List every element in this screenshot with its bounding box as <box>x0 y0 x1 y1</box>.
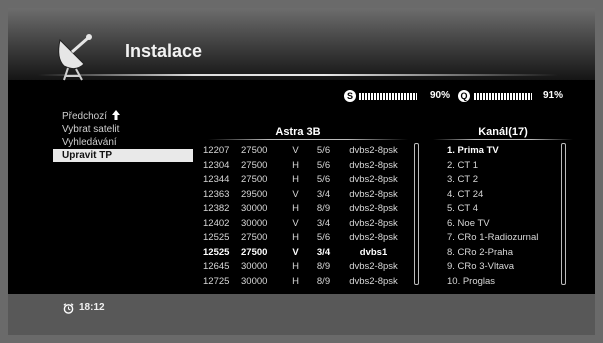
fec-cell: 8/9 <box>316 275 331 287</box>
polarization-cell: H <box>292 261 299 272</box>
fec-cell: 5/6 <box>316 145 331 156</box>
frequency-cell: 12402 <box>203 217 230 229</box>
channel-item[interactable]: 6. Noe TV <box>447 217 538 232</box>
arrow-up-icon <box>112 110 121 120</box>
channel-item[interactable]: 5. CT 4 <box>447 202 538 217</box>
transponder-row[interactable]: 12344 27500 H 5/6 dvbs2-8psk <box>203 173 406 188</box>
polarization-cell: H <box>292 174 299 185</box>
header-divider <box>38 74 558 76</box>
modulation-cell: dvbs2-8psk <box>349 203 398 214</box>
symbol-rate-cell: 27500 <box>241 145 268 156</box>
satellite-header: Astra 3B <box>275 126 321 138</box>
frequency-cell: 12363 <box>203 188 230 200</box>
channel-scrollbar[interactable] <box>561 143 566 285</box>
signal-strength-value: 90% <box>430 90 451 101</box>
menu-item-select-satellite[interactable]: Vybrat satelit <box>53 123 193 136</box>
transponder-row[interactable]: 12525 27500 V 3/4 dvbs1 <box>203 246 406 261</box>
channel-header-underline <box>433 139 573 140</box>
modulation-cell: dvbs2-8psk <box>349 275 398 287</box>
modulation-cell: dvbs2-8psk <box>349 261 398 272</box>
satellite-dish-icon <box>58 34 92 81</box>
signal-quality-value: 91% <box>543 90 564 101</box>
side-menu: Předchozí Vybrat satelit Vyhledávání Upr… <box>53 110 193 162</box>
transponder-row[interactable]: 12207 27500 V 5/6 dvbs2-8psk <box>203 144 406 159</box>
fec-cell: 5/6 <box>316 232 331 243</box>
polarization-cell: H <box>292 275 299 287</box>
channel-item[interactable]: 10. Proglas <box>447 275 538 290</box>
clock-time: 18:12 <box>79 302 105 313</box>
signal-quality-icon: Q <box>458 90 470 102</box>
channel-list: 1. Prima TV 2. CT 1 3. CT 2 4. CT 24 5. CT 4… <box>447 144 538 289</box>
channel-header: Kanál(17) <box>478 126 528 138</box>
frequency-cell: 12207 <box>203 145 230 156</box>
channel-item[interactable]: 7. CRo 1-Radiozurnal <box>447 231 538 246</box>
transponder-row[interactable]: 12363 29500 V 3/4 dvbs2-8psk <box>203 188 406 203</box>
menu-item-previous[interactable]: Předchozí <box>53 110 193 123</box>
signal-quality-bar <box>474 93 532 100</box>
transponder-table: 12207 27500 V 5/6 dvbs2-8psk 12304 27500 H 5/6 dv… <box>203 144 406 289</box>
page-title: Instalace <box>125 41 203 61</box>
channel-item[interactable]: 2. CT 1 <box>447 159 538 174</box>
transponder-row[interactable]: 12402 30000 V 3/4 dvbs2-8psk <box>203 217 406 232</box>
signal-strength-icon: S <box>344 90 356 102</box>
tv-screen: Instalace S 90% Q 91% Předchozí Vybrat s… <box>8 8 595 335</box>
transponder-row[interactable]: 12525 27500 H 5/6 dvbs2-8psk <box>203 231 406 246</box>
fec-cell: 5/6 <box>316 174 331 185</box>
symbol-rate-cell: 30000 <box>241 275 268 287</box>
modulation-cell: dvbs2-8psk <box>349 174 398 185</box>
frequency-cell: 12304 <box>203 159 230 171</box>
channel-item[interactable]: 9. CRo 3-Vltava <box>447 260 538 275</box>
symbol-rate-cell: 29500 <box>241 188 268 200</box>
fec-cell: 3/4 <box>316 188 331 200</box>
frequency-cell: 12382 <box>203 203 230 214</box>
symbol-rate-cell: 30000 <box>241 203 268 214</box>
fec-cell: 8/9 <box>316 261 331 272</box>
satellite-header-underline <box>208 139 408 140</box>
transponder-row[interactable]: 12645 30000 H 8/9 dvbs2-8psk <box>203 260 406 275</box>
transponder-row[interactable]: 12304 27500 H 5/6 dvbs2-8psk <box>203 159 406 174</box>
footer-bar <box>8 294 595 335</box>
clock-icon <box>63 303 74 314</box>
signal-strength-bar <box>359 93 417 100</box>
menu-item-label: Předchozí <box>62 111 108 122</box>
channel-item[interactable]: 4. CT 24 <box>447 188 538 203</box>
modulation-cell: dvbs2-8psk <box>349 159 398 171</box>
menu-item-edit-tp[interactable]: Upravit TP <box>53 149 193 162</box>
modulation-cell: dvbs1 <box>359 246 388 258</box>
polarization-cell: H <box>292 203 299 214</box>
modulation-cell: dvbs2-8psk <box>349 232 398 243</box>
frequency-cell: 12344 <box>203 174 230 185</box>
polarization-cell: V <box>292 188 299 200</box>
fec-cell: 8/9 <box>316 203 331 214</box>
transponder-row[interactable]: 12725 30000 H 8/9 dvbs2-8psk <box>203 275 406 290</box>
menu-item-search[interactable]: Vyhledávání <box>53 136 193 149</box>
fec-cell: 5/6 <box>316 159 331 171</box>
frequency-cell: 12645 <box>203 261 230 272</box>
fec-cell: 3/4 <box>316 246 331 258</box>
symbol-rate-cell: 27500 <box>241 232 268 243</box>
channel-item[interactable]: 1. Prima TV <box>447 144 538 159</box>
polarization-cell: V <box>292 217 299 229</box>
frequency-cell: 12725 <box>203 275 230 287</box>
fec-cell: 3/4 <box>316 217 331 229</box>
symbol-rate-cell: 27500 <box>241 159 268 171</box>
channel-item[interactable]: 8. CRo 2-Praha <box>447 246 538 261</box>
polarization-cell: H <box>292 159 299 171</box>
polarization-cell: V <box>292 145 299 156</box>
symbol-rate-cell: 30000 <box>241 217 268 229</box>
modulation-cell: dvbs2-8psk <box>349 217 398 229</box>
polarization-cell: H <box>292 232 299 243</box>
symbol-rate-cell: 27500 <box>241 174 268 185</box>
modulation-cell: dvbs2-8psk <box>349 145 398 156</box>
frequency-cell: 12525 <box>203 232 230 243</box>
modulation-cell: dvbs2-8psk <box>349 188 398 200</box>
transponder-row[interactable]: 12382 30000 H 8/9 dvbs2-8psk <box>203 202 406 217</box>
frequency-cell: 12525 <box>203 246 230 258</box>
symbol-rate-cell: 30000 <box>241 261 268 272</box>
symbol-rate-cell: 27500 <box>241 246 268 258</box>
transponder-scrollbar[interactable] <box>414 143 419 285</box>
polarization-cell: V <box>292 246 299 258</box>
channel-item[interactable]: 3. CT 2 <box>447 173 538 188</box>
